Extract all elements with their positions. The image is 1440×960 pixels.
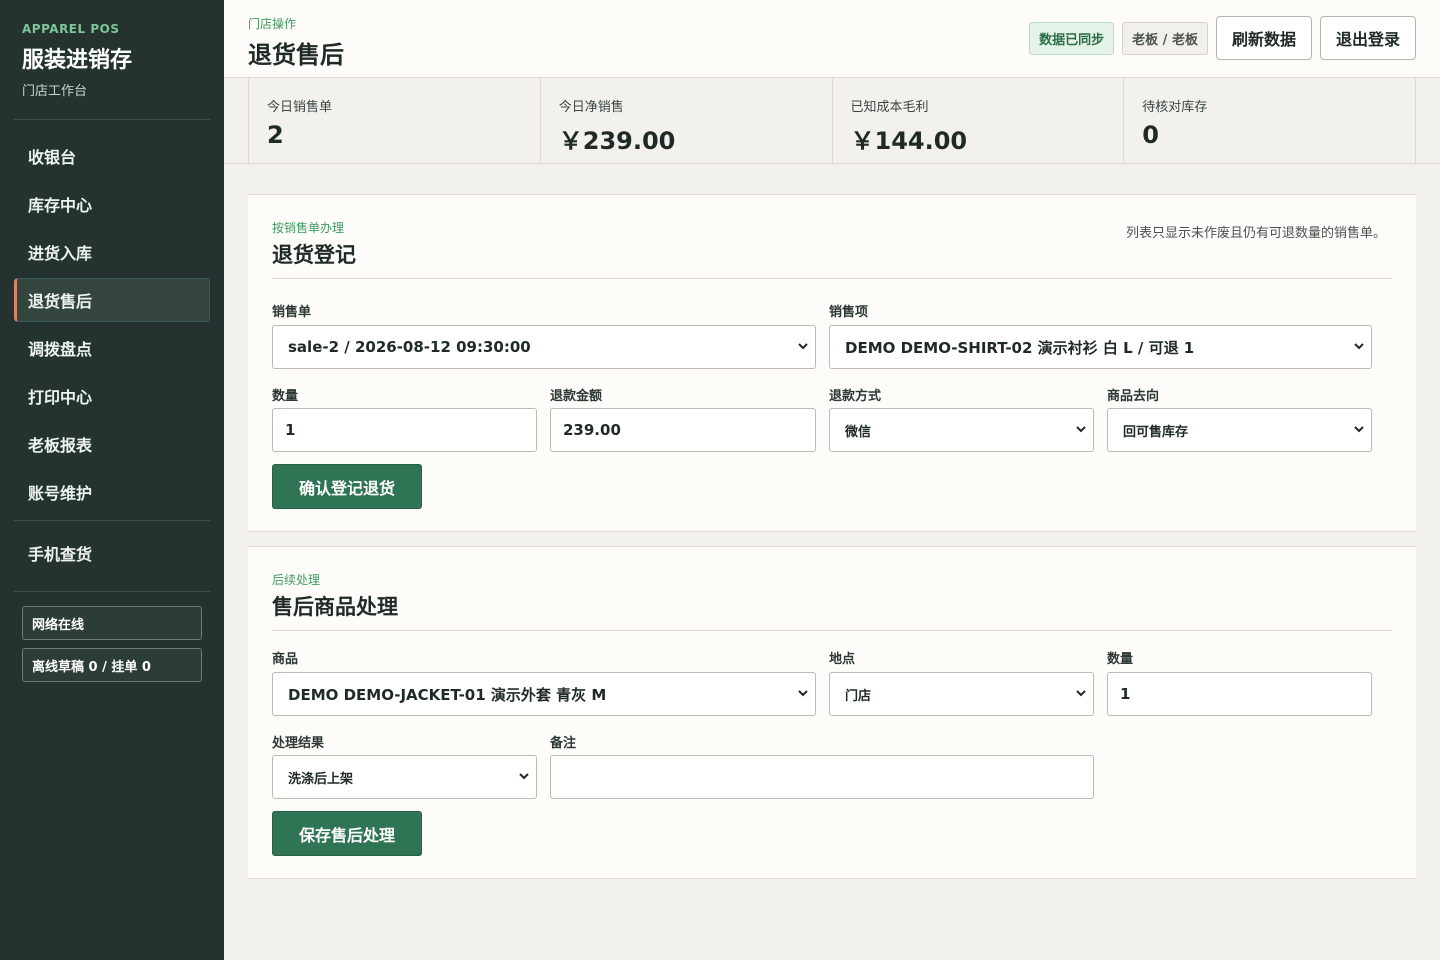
stat-label: 已知成本毛利 bbox=[850, 100, 929, 115]
goods-destination-select[interactable]: 回可售库存 bbox=[1107, 408, 1372, 452]
chevron-down-icon bbox=[797, 340, 809, 352]
panel-note: 列表只显示未作废且仍有可退数量的销售单。 bbox=[1125, 226, 1386, 241]
remark-input[interactable] bbox=[550, 755, 1094, 799]
network-status-badge: 网络在线 bbox=[22, 606, 202, 640]
return-qty-label: 数量 bbox=[272, 389, 299, 404]
logout-button[interactable]: 退出登录 bbox=[1319, 16, 1416, 60]
chevron-down-icon bbox=[797, 687, 809, 699]
panel-title: 退货登记 bbox=[272, 243, 356, 267]
refresh-button[interactable]: 刷新数据 bbox=[1215, 16, 1312, 60]
confirm-return-button[interactable]: 确认登记退货 bbox=[272, 464, 423, 509]
product-label: 商品 bbox=[272, 652, 299, 667]
location-select[interactable]: 门店 bbox=[829, 672, 1094, 716]
refund-method-value: 微信 bbox=[845, 424, 872, 440]
stats-row: 今日销售单 2 今日净销售 ￥239.00 已知成本毛利 ￥144.00 待核对… bbox=[248, 78, 1416, 164]
save-aftersale-button[interactable]: 保存售后处理 bbox=[272, 811, 423, 856]
chevron-down-icon bbox=[1353, 423, 1365, 435]
sidebar-item-print[interactable]: 打印中心 bbox=[14, 374, 210, 418]
product-select[interactable]: DEMO DEMO-JACKET-01 演示外套 青灰 M bbox=[272, 672, 816, 716]
sidebar-divider bbox=[14, 119, 210, 120]
sidebar-item-purchase[interactable]: 进货入库 bbox=[14, 230, 210, 274]
sidebar-item-transfer[interactable]: 调拨盘点 bbox=[14, 326, 210, 370]
stat-value: ￥239.00 bbox=[558, 127, 676, 155]
sidebar-item-inventory[interactable]: 库存中心 bbox=[14, 182, 210, 226]
stat-label: 今日净销售 bbox=[558, 100, 624, 115]
header-actions: 数据已同步 老板 / 老板 刷新数据 退出登录 bbox=[1029, 16, 1416, 60]
offline-status-badge: 离线草稿 0 / 挂单 0 bbox=[22, 648, 202, 682]
result-select[interactable]: 洗涤后上架 bbox=[272, 755, 537, 799]
aftersale-panel: 后续处理 售后商品处理 商品 DEMO DEMO-JACKET-01 演示外套 … bbox=[248, 546, 1416, 879]
panel-divider bbox=[272, 630, 1392, 631]
chevron-down-icon bbox=[518, 770, 530, 782]
stat-value: 2 bbox=[267, 121, 284, 149]
page-header: 门店操作 退货售后 数据已同步 老板 / 老板 刷新数据 退出登录 bbox=[224, 0, 1440, 78]
sidebar-item-returns[interactable]: 退货售后 bbox=[14, 278, 210, 322]
stat-gross-profit: 已知成本毛利 ￥144.00 bbox=[831, 78, 1124, 164]
panel-divider bbox=[272, 278, 1392, 279]
brand-subtitle: 门店工作台 bbox=[22, 84, 88, 99]
sidebar-nav: 收银台 库存中心 进货入库 退货售后 调拨盘点 打印中心 老板报表 账号维护 bbox=[14, 134, 210, 514]
return-registration-panel: 按销售单办理 退货登记 列表只显示未作废且仍有可退数量的销售单。 销售单 sal… bbox=[248, 194, 1416, 532]
sidebar-item-cashier[interactable]: 收银台 bbox=[14, 134, 210, 178]
page-kicker: 门店操作 bbox=[248, 17, 297, 31]
product-value: DEMO DEMO-JACKET-01 演示外套 青灰 M bbox=[288, 685, 607, 704]
chevron-down-icon bbox=[1353, 340, 1365, 352]
refund-method-label: 退款方式 bbox=[829, 389, 882, 404]
location-value: 门店 bbox=[845, 688, 872, 704]
refund-method-select[interactable]: 微信 bbox=[829, 408, 1094, 452]
return-qty-input[interactable]: 1 bbox=[272, 408, 537, 452]
sale-item-label: 销售项 bbox=[829, 305, 869, 320]
panel-kicker: 后续处理 bbox=[272, 573, 321, 587]
page-title: 退货售后 bbox=[248, 41, 344, 69]
refund-amount-input[interactable]: 239.00 bbox=[550, 408, 816, 452]
sidebar-item-accounts[interactable]: 账号维护 bbox=[14, 470, 210, 514]
stat-label: 待核对库存 bbox=[1142, 100, 1208, 115]
panel-title: 售后商品处理 bbox=[272, 595, 398, 619]
brand-kicker: APPAREL POS bbox=[22, 22, 120, 36]
sale-order-label: 销售单 bbox=[272, 305, 312, 320]
brand-title: 服装进销存 bbox=[22, 48, 133, 73]
stats-divider bbox=[224, 163, 1440, 164]
goods-destination-label: 商品去向 bbox=[1107, 389, 1160, 404]
sidebar-divider bbox=[14, 591, 210, 592]
result-value: 洗涤后上架 bbox=[288, 771, 354, 787]
stat-net-sales: 今日净销售 ￥239.00 bbox=[539, 78, 832, 164]
location-label: 地点 bbox=[829, 652, 856, 667]
stat-pending-stock: 待核对库存 0 bbox=[1123, 78, 1416, 164]
sidebar: APPAREL POS 服装进销存 门店工作台 收银台 库存中心 进货入库 退货… bbox=[0, 0, 224, 960]
chevron-down-icon bbox=[1075, 423, 1087, 435]
sale-item-select[interactable]: DEMO DEMO-SHIRT-02 演示衬衫 白 L / 可退 1 bbox=[829, 325, 1372, 369]
stat-value: 0 bbox=[1142, 121, 1159, 149]
remark-label: 备注 bbox=[550, 736, 577, 751]
panel-kicker: 按销售单办理 bbox=[272, 221, 345, 235]
sidebar-item-mobile-lookup[interactable]: 手机查货 bbox=[14, 531, 210, 575]
chevron-down-icon bbox=[1075, 687, 1087, 699]
sale-item-value: DEMO DEMO-SHIRT-02 演示衬衫 白 L / 可退 1 bbox=[845, 338, 1195, 357]
sale-order-value: sale-2 / 2026-08-12 09:30:00 bbox=[288, 338, 531, 356]
goods-destination-value: 回可售库存 bbox=[1123, 424, 1189, 440]
user-badge: 老板 / 老板 bbox=[1122, 21, 1208, 55]
refund-amount-label: 退款金额 bbox=[550, 389, 603, 404]
sidebar-item-reports[interactable]: 老板报表 bbox=[14, 422, 210, 466]
stat-today-orders: 今日销售单 2 bbox=[248, 78, 540, 164]
sale-order-select[interactable]: sale-2 / 2026-08-12 09:30:00 bbox=[272, 325, 816, 369]
stat-label: 今日销售单 bbox=[267, 100, 333, 115]
stat-value: ￥144.00 bbox=[850, 127, 968, 155]
aftersale-qty-label: 数量 bbox=[1107, 652, 1134, 667]
aftersale-qty-input[interactable]: 1 bbox=[1107, 672, 1372, 716]
main-area: 门店操作 退货售后 数据已同步 老板 / 老板 刷新数据 退出登录 今日销售单 … bbox=[224, 0, 1440, 960]
sidebar-divider bbox=[14, 520, 210, 521]
result-label: 处理结果 bbox=[272, 736, 325, 751]
sync-status-badge: 数据已同步 bbox=[1029, 21, 1115, 55]
